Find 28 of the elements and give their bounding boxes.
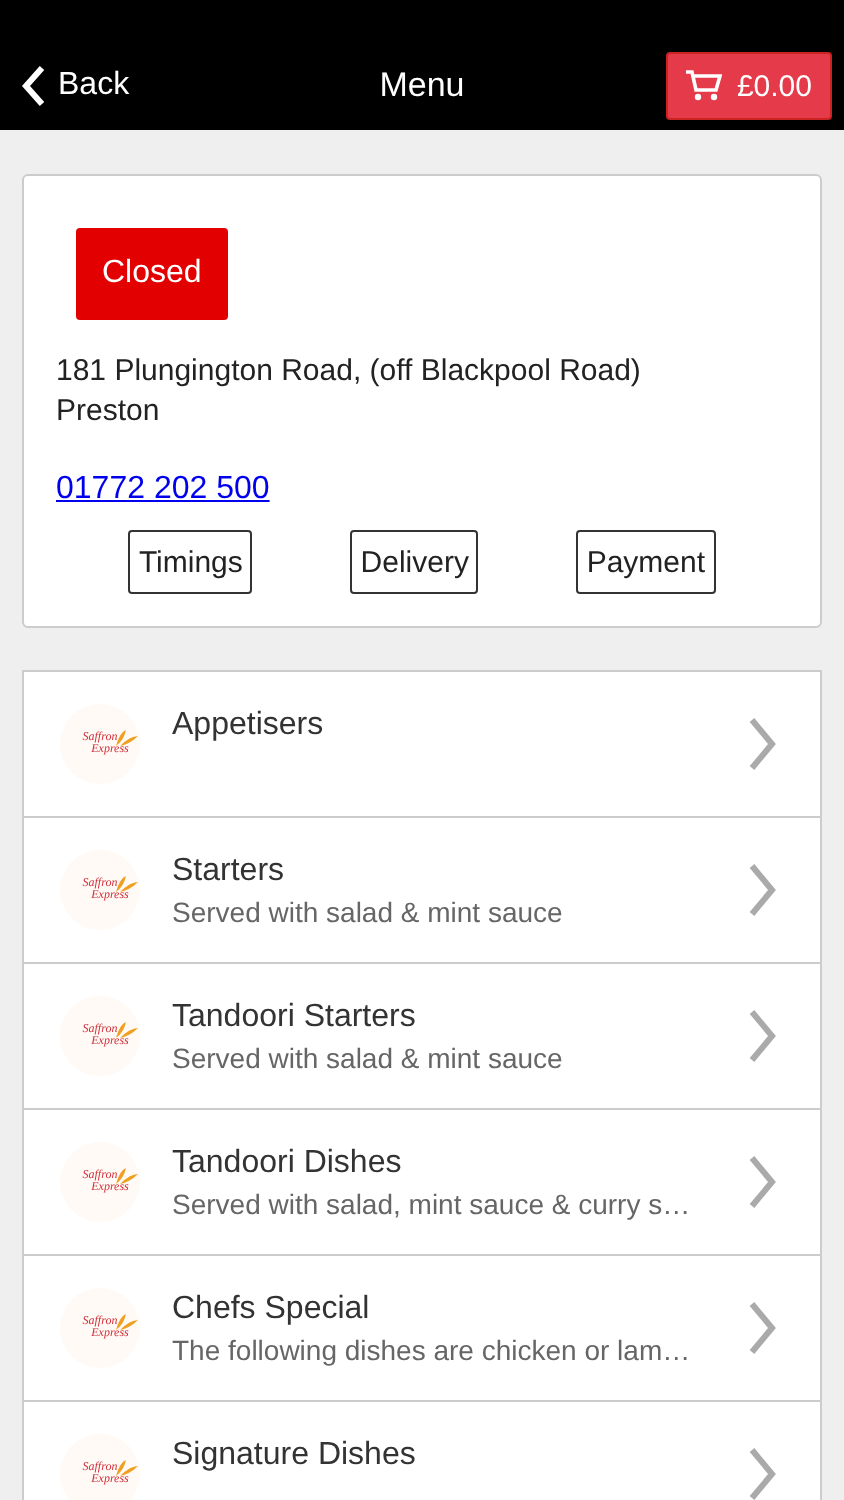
cart-icon	[686, 70, 723, 102]
address-text: 181 Plungington Road, (off Blackpool Road)	[56, 352, 643, 392]
category-name: Tandoori Starters	[172, 1000, 418, 1036]
chevron-icon	[748, 1154, 776, 1210]
category-name: Tandoori Dishes	[172, 1146, 404, 1182]
category-description: Served with salad & mint sauce	[172, 896, 565, 928]
category-name: Appetisers	[172, 708, 326, 744]
chevron-icon	[748, 1446, 776, 1500]
category-name: Starters	[172, 854, 287, 890]
info-button[interactable]: Timings	[128, 530, 253, 594]
chevron-icon	[748, 1008, 776, 1064]
back-icon	[20, 63, 48, 107]
info-button[interactable]: Delivery	[350, 530, 479, 594]
category-name: Chefs Special	[172, 1292, 372, 1328]
category-description: The following dishes are chicken or lam…	[172, 1334, 693, 1366]
chevron-icon	[748, 716, 776, 772]
page-title: Menu	[377, 66, 467, 106]
chevron-icon	[748, 862, 776, 918]
status-badge: Closed	[76, 228, 228, 320]
phone-link[interactable]: 01772 202 500	[56, 472, 270, 508]
info-button[interactable]: Payment	[576, 530, 716, 594]
address-text: Preston	[56, 392, 162, 432]
category-description: Served with salad, mint sauce & curry s…	[172, 1188, 693, 1220]
category-description: Served with salad & mint sauce	[172, 1042, 565, 1074]
cart-button[interactable]: £0.00	[666, 52, 832, 120]
chevron-icon	[748, 1300, 776, 1356]
back-button[interactable]: Back	[20, 52, 130, 118]
category-name: Signature Dishes	[172, 1438, 418, 1474]
